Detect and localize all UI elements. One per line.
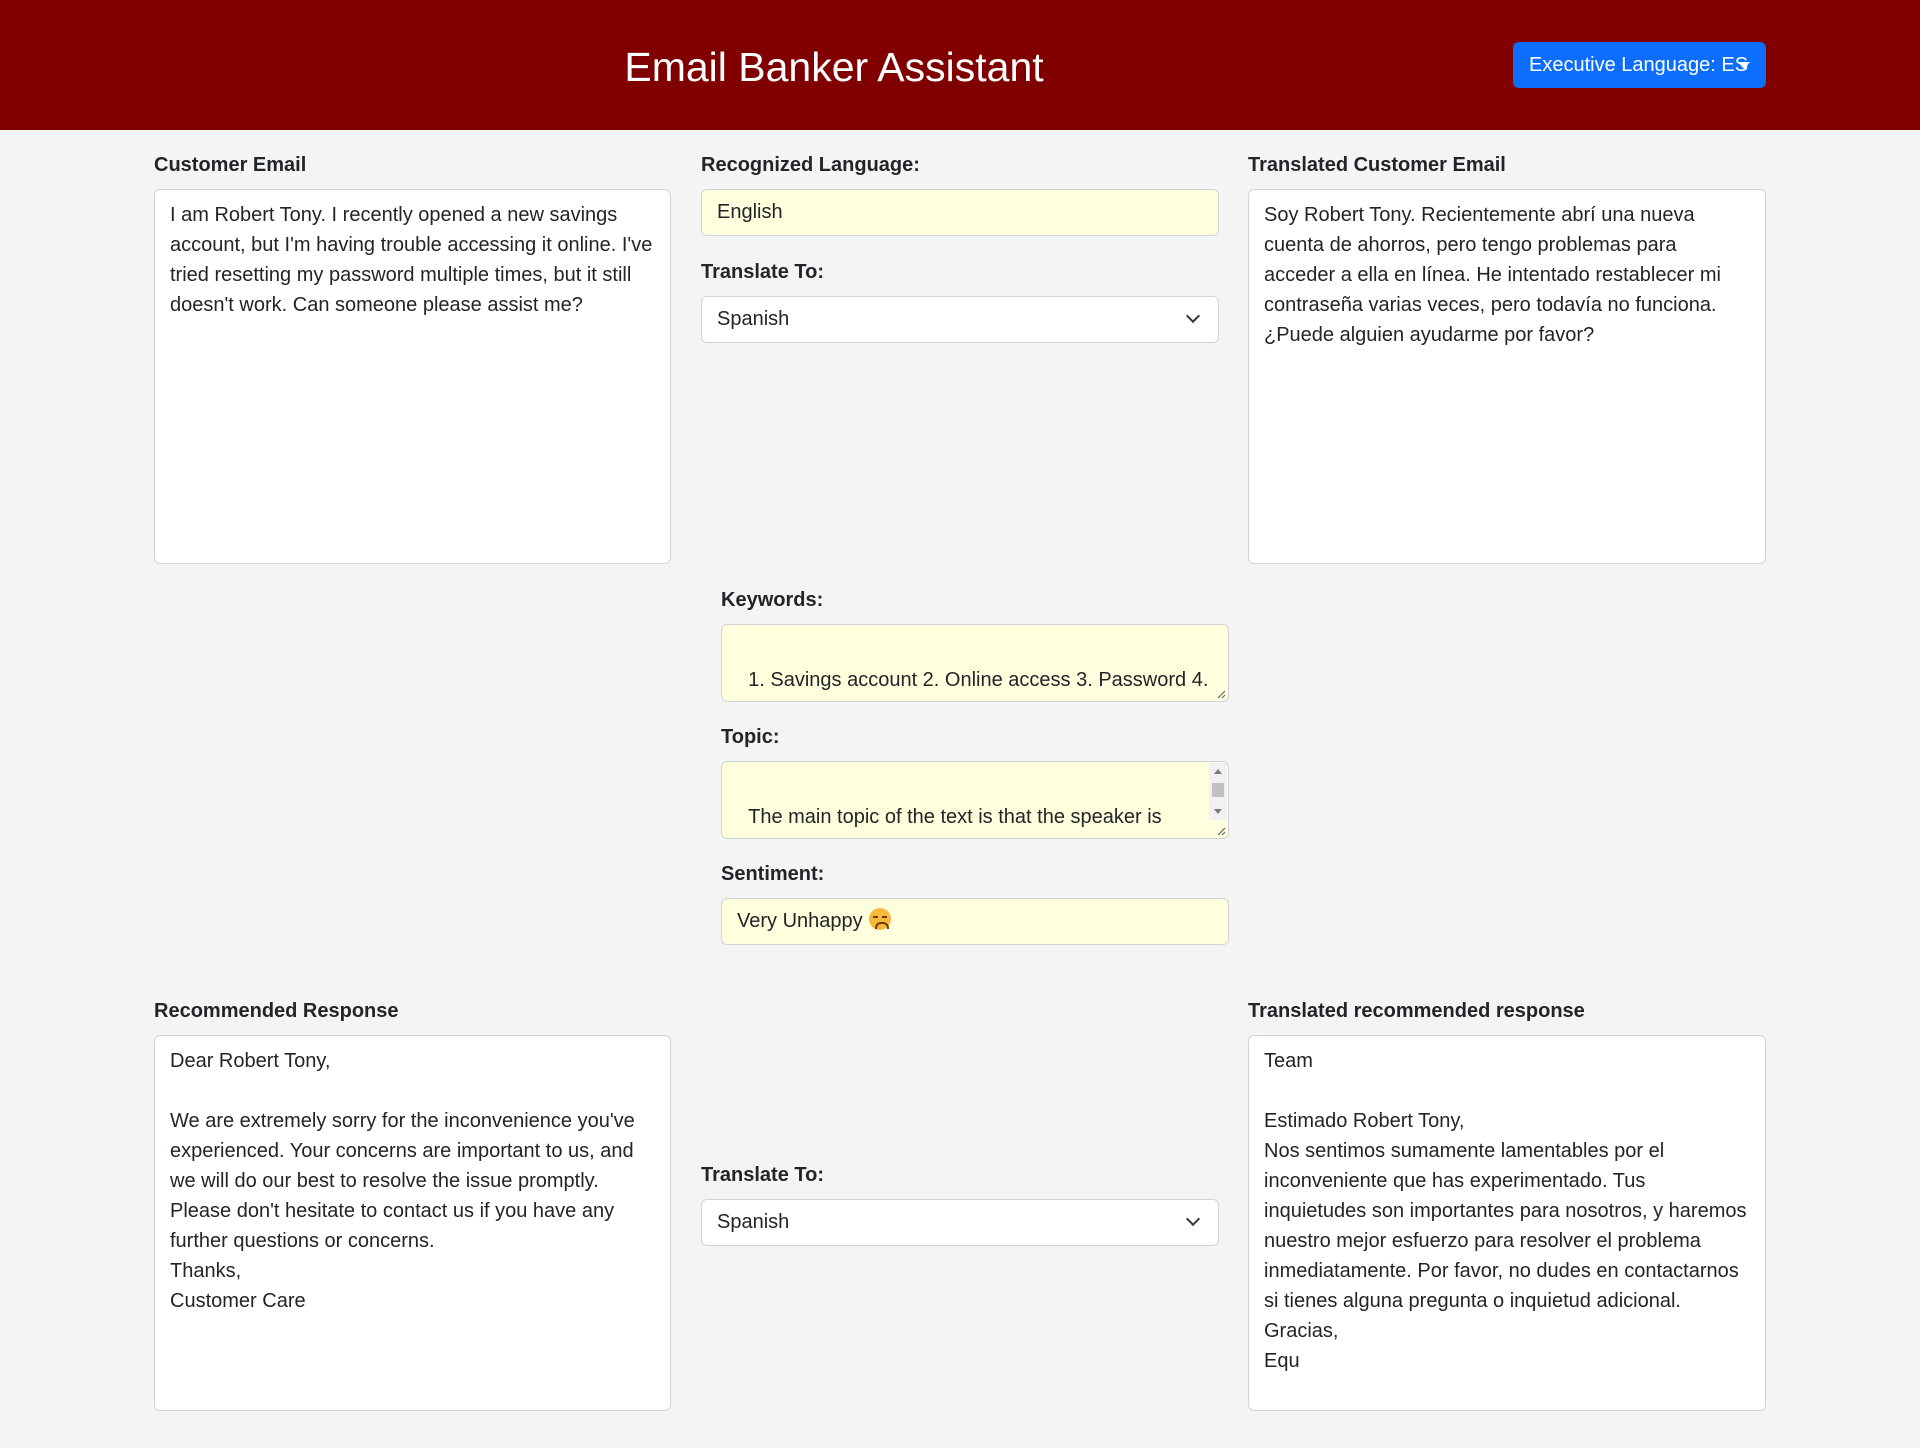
topic-textarea[interactable]: The main topic of the text is that the s… xyxy=(721,761,1229,839)
keywords-label: Keywords: xyxy=(721,589,824,611)
page-title: Email Banker Assistant xyxy=(624,44,1044,90)
customer-email-textarea[interactable]: I am Robert Tony. I recently opened a ne… xyxy=(154,189,671,564)
translated-recommended-response-label: Translated recommended response xyxy=(1248,1000,1585,1022)
resize-grip-icon[interactable] xyxy=(1216,689,1226,699)
keywords-value: 1. Savings account 2. Online access 3. P… xyxy=(737,669,1209,701)
chevron-down-icon xyxy=(1185,1211,1201,1227)
executive-language-label: Executive Language: ES xyxy=(1529,54,1749,76)
sentiment-value: Very Unhappy xyxy=(737,910,863,932)
topic-value: The main topic of the text is that the s… xyxy=(737,806,1162,838)
scroll-down-arrow-icon[interactable] xyxy=(1214,809,1222,814)
translated-customer-email-label: Translated Customer Email xyxy=(1248,154,1506,176)
keywords-textarea[interactable]: 1. Savings account 2. Online access 3. P… xyxy=(721,624,1229,702)
recognized-language-field: English xyxy=(701,189,1219,236)
executive-language-dropdown-button[interactable]: Executive Language: ES xyxy=(1513,42,1766,88)
translate-to-selected-bottom: Spanish xyxy=(717,1211,790,1233)
translate-to-select-top[interactable]: Spanish xyxy=(701,296,1219,343)
translated-customer-email-textarea[interactable]: Soy Robert Tony. Recientemente abrí una … xyxy=(1248,189,1766,564)
chevron-down-icon xyxy=(1185,308,1201,324)
sentiment-label: Sentiment: xyxy=(721,863,825,885)
translate-to-label-bottom: Translate To: xyxy=(701,1164,824,1186)
topic-scrollbar[interactable] xyxy=(1209,763,1227,820)
app-header: Email Banker Assistant Executive Languag… xyxy=(0,0,1920,130)
scroll-up-arrow-icon[interactable] xyxy=(1214,769,1222,774)
recommended-response-label: Recommended Response xyxy=(154,1000,399,1022)
sentiment-field: Very Unhappy xyxy=(721,898,1229,945)
scroll-thumb[interactable] xyxy=(1212,783,1224,797)
translated-recommended-response-textarea[interactable]: Team Estimado Robert Tony, Nos sentimos … xyxy=(1248,1035,1766,1411)
resize-grip-icon[interactable] xyxy=(1216,826,1226,836)
disappointed-face-icon xyxy=(868,908,891,930)
recommended-response-textarea[interactable]: Dear Robert Tony, We are extremely sorry… xyxy=(154,1035,671,1411)
recognized-language-label: Recognized Language: xyxy=(701,154,920,176)
topic-label: Topic: xyxy=(721,726,780,748)
customer-email-label: Customer Email xyxy=(154,154,307,176)
translate-to-label-top: Translate To: xyxy=(701,261,824,283)
caret-down-icon xyxy=(1738,62,1750,69)
translate-to-select-bottom[interactable]: Spanish xyxy=(701,1199,1219,1246)
translate-to-selected-top: Spanish xyxy=(717,308,790,330)
